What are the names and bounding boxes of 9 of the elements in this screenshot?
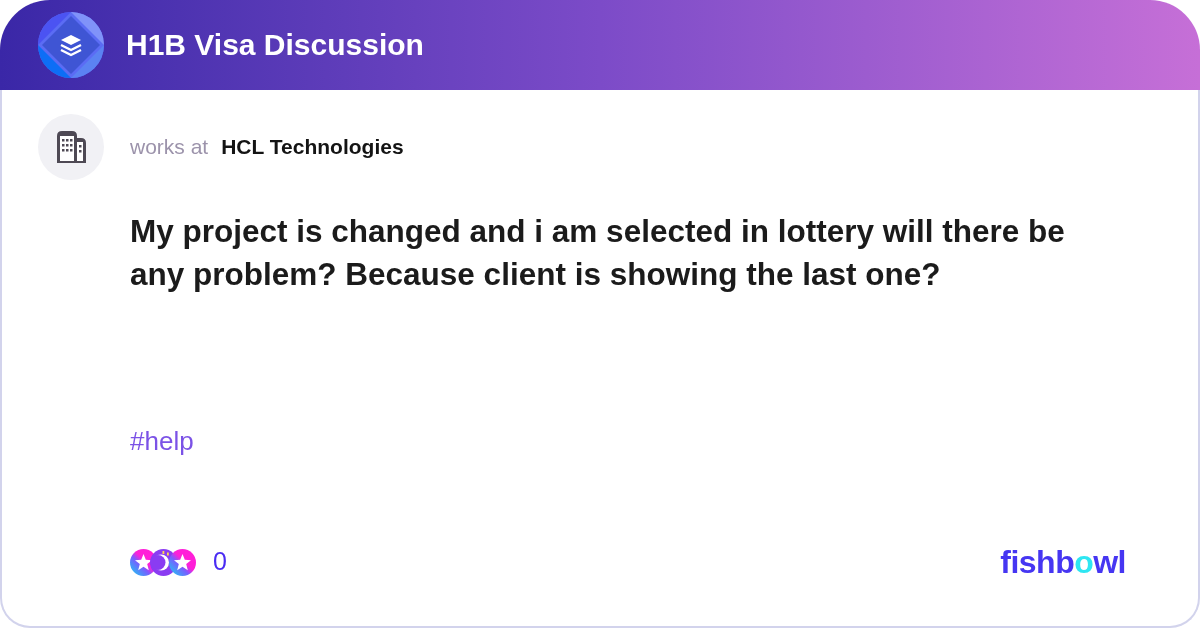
works-at-label: works at xyxy=(130,134,209,161)
page-title: H1B Visa Discussion xyxy=(126,30,424,60)
post-text: My project is changed and i am selected in lottery will there be any problem? Because client is showing the last one? xyxy=(130,212,1066,294)
fishbowl-logo: fishbowl xyxy=(1000,546,1126,578)
star-badge-icon xyxy=(169,548,196,576)
reaction-count: 0 xyxy=(213,546,227,578)
company-name: HCL Technologies xyxy=(221,134,404,161)
hashtag-link[interactable]: #help xyxy=(130,424,194,458)
building-icon xyxy=(55,130,87,164)
